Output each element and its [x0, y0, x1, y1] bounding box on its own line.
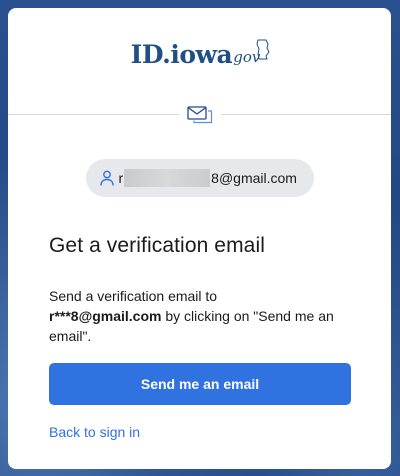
email-prefix: r [118, 170, 124, 186]
iowa-state-outline-icon [256, 39, 270, 60]
desc-masked-email: r***8@gmail.com [49, 308, 162, 324]
desc-intro: Send a verification email to [49, 288, 218, 304]
email-suffix: 8@gmail.com [211, 170, 297, 186]
email-icon-wrap [178, 103, 221, 127]
user-email-pill: r 8@gmail.com [85, 159, 314, 197]
logo-gov-text: gov [233, 39, 270, 66]
user-icon [99, 170, 114, 186]
verification-card: ID.iowa gov r 8@gmail.com Get a verifica… [8, 8, 391, 469]
page-title: Get a verification email [49, 234, 265, 257]
logo-text: ID.iowa [130, 40, 233, 69]
send-email-button[interactable]: Send me an email [49, 363, 351, 405]
redacted-email-block [124, 169, 211, 187]
id-iowa-logo: ID.iowa gov [8, 39, 391, 69]
email-envelope-icon [186, 106, 212, 124]
back-to-sign-in-link[interactable]: Back to sign in [49, 424, 140, 440]
instructions-text: Send a verification email to r***8@gmail… [49, 286, 364, 346]
